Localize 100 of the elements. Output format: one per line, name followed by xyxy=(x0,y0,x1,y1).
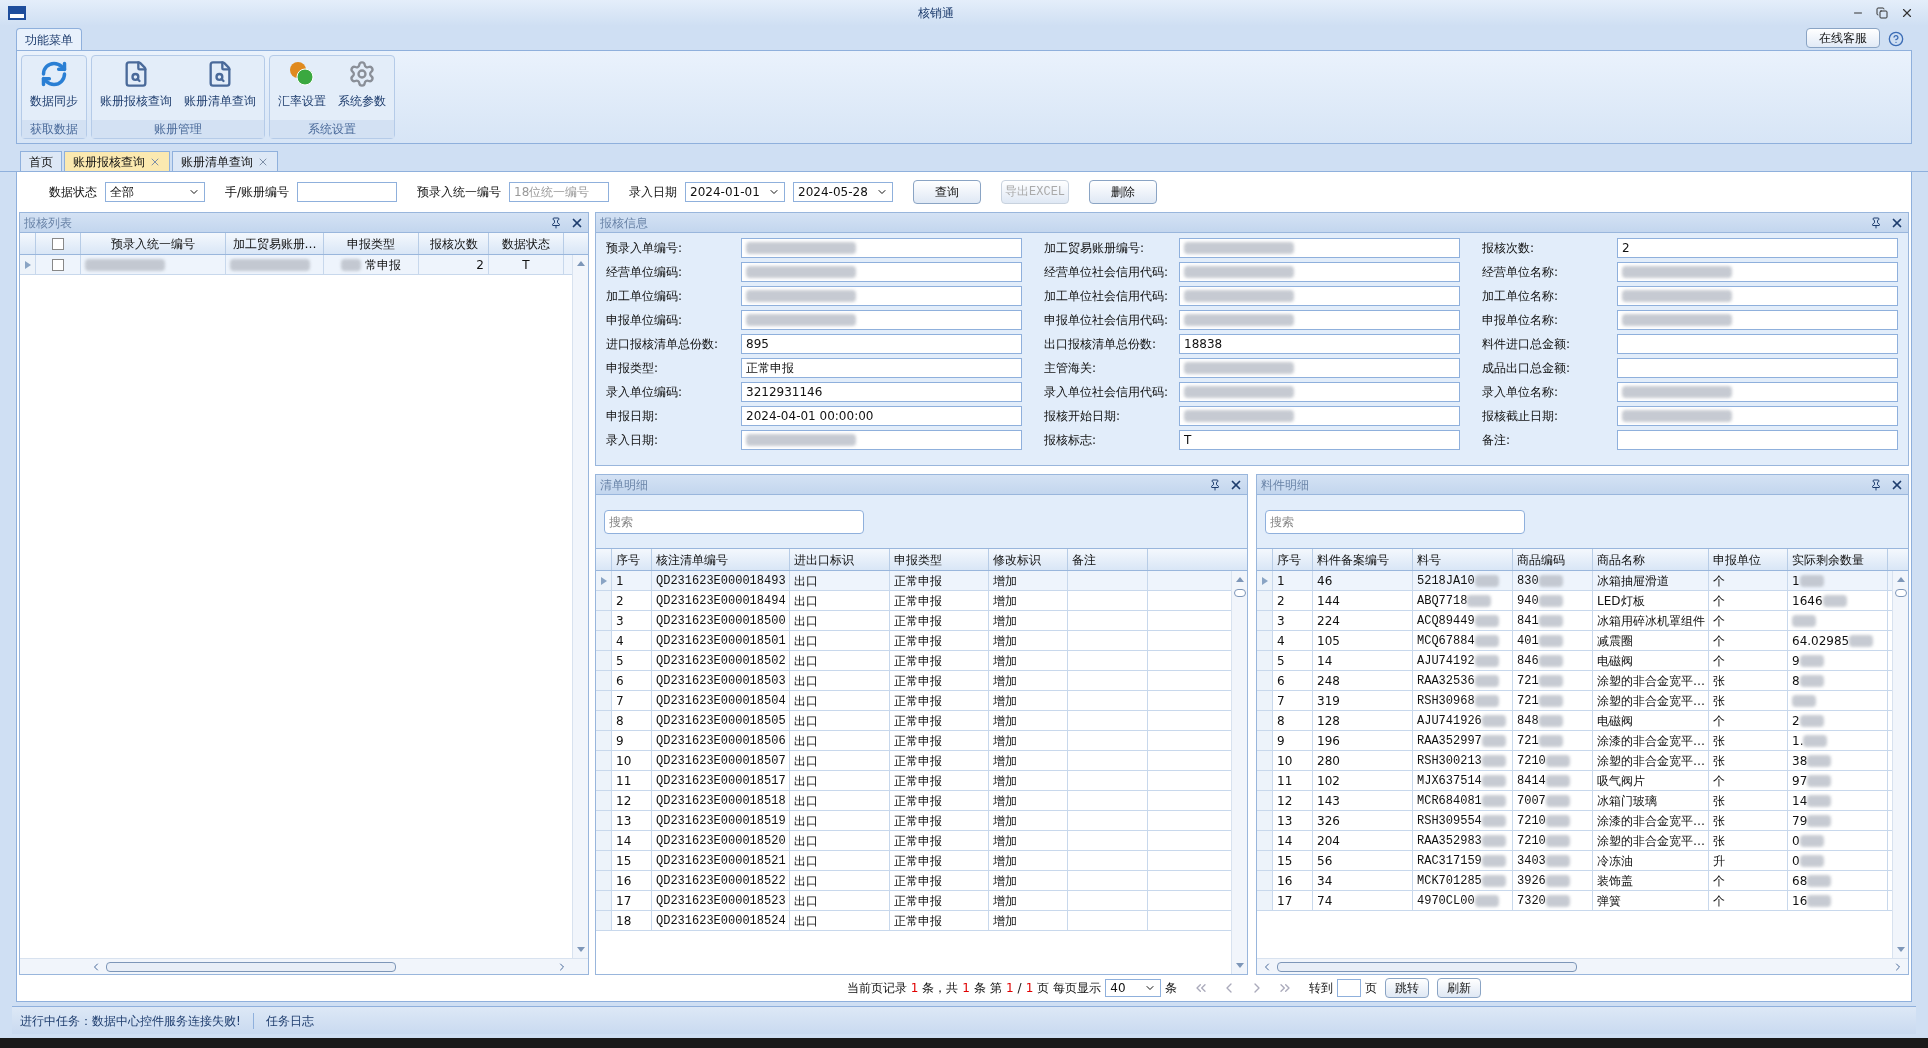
task-log-link[interactable]: 任务日志 xyxy=(265,1011,314,1030)
search-field[interactable]: 搜索 xyxy=(604,509,864,534)
table-row[interactable]: 2 QD231623E000018494 出口 正常申报 增加 xyxy=(596,591,1231,611)
scroll-thumb[interactable] xyxy=(1277,961,1577,972)
text-field[interactable]: T xyxy=(1179,430,1460,450)
table-row[interactable]: 5 QD231623E000018502 出口 正常申报 增加 xyxy=(596,651,1231,671)
text-field[interactable] xyxy=(1617,262,1898,282)
search-field[interactable]: 搜索 xyxy=(1265,509,1525,534)
column-header[interactable]: 报核次数 xyxy=(419,233,489,254)
vertical-scrollbar[interactable] xyxy=(1892,571,1908,958)
table-row[interactable]: 7 QD231623E000018504 出口 正常申报 增加 xyxy=(596,691,1231,711)
table-row[interactable]: 10 QD231623E000018507 出口 正常申报 增加 xyxy=(596,751,1231,771)
table-row[interactable]: 15 56 RAC317159 3403 冷冻油 升 0 xyxy=(1257,851,1892,871)
column-header[interactable]: 申报类型 xyxy=(324,233,419,254)
table-row[interactable]: 1 46 5218JA10 830 冰箱抽屉滑道 个 1 xyxy=(1257,571,1892,591)
column-header[interactable]: 实际剩余数量 xyxy=(1788,549,1888,570)
table-row[interactable]: 4 105 MCQ67884 401 减震圈 个 64.02985 xyxy=(1257,631,1892,651)
action-button[interactable]: 查询 xyxy=(913,180,982,204)
text-field[interactable]: 18位统一编号 xyxy=(509,182,610,202)
text-field[interactable]: 正常申报 xyxy=(741,358,1022,378)
scroll-up-icon[interactable] xyxy=(1895,575,1906,585)
column-header[interactable]: 加工贸易账册… xyxy=(226,233,324,254)
vertical-scrollbar[interactable] xyxy=(1231,571,1247,974)
horizontal-scrollbar[interactable] xyxy=(20,958,588,974)
page-number-field[interactable] xyxy=(1337,979,1362,997)
ribbon-button[interactable]: 系统参数 xyxy=(334,60,390,120)
checkbox[interactable] xyxy=(52,237,64,250)
scroll-thumb[interactable] xyxy=(1894,589,1907,597)
jump-button[interactable]: 跳转 xyxy=(1385,978,1430,998)
column-header[interactable]: 预录入统一编号 xyxy=(81,233,226,254)
table-row[interactable]: 2 144 ABQ7718 940 LED灯板 个 1646 xyxy=(1257,591,1892,611)
column-header[interactable]: 料件备案编号 xyxy=(1313,549,1413,570)
table-row[interactable]: 4 QD231623E000018501 出口 正常申报 增加 xyxy=(596,631,1231,651)
scroll-down-icon[interactable] xyxy=(1895,944,1906,954)
column-header[interactable]: 申报类型 xyxy=(890,549,989,570)
table-row[interactable]: 16 QD231623E000018522 出口 正常申报 增加 xyxy=(596,871,1231,891)
restore-icon[interactable] xyxy=(1876,7,1888,19)
table-row[interactable]: 3 224 ACQ89449 841 冰箱用碎冰机罩组件 个 xyxy=(1257,611,1892,631)
text-field[interactable] xyxy=(1617,310,1898,330)
scroll-thumb[interactable] xyxy=(106,961,396,972)
dropdown-field[interactable]: 2024-01-01 xyxy=(685,182,786,202)
table-row[interactable]: 5 14 AJU74192 846 电磁阀 个 9 xyxy=(1257,651,1892,671)
table-row[interactable]: 9 196 RAA352997 721 涂漆的非合金宽平… 张 1. xyxy=(1257,731,1892,751)
text-field[interactable]: 2024-04-01 00:00:00 xyxy=(741,406,1022,426)
document-tab[interactable]: 首页 xyxy=(20,151,62,171)
text-field[interactable] xyxy=(741,238,1022,258)
dropdown-field[interactable]: 2024-05-28 xyxy=(793,182,894,202)
text-field[interactable] xyxy=(741,430,1022,450)
close-icon[interactable] xyxy=(1900,6,1914,20)
checkbox[interactable] xyxy=(52,258,64,271)
dropdown-field[interactable]: 全部 xyxy=(105,182,205,202)
text-field[interactable] xyxy=(1617,406,1898,426)
text-field[interactable]: 2 xyxy=(1617,238,1898,258)
ribbon-button[interactable]: 账册报核查询 xyxy=(96,60,176,120)
text-field[interactable] xyxy=(297,182,398,202)
scroll-up-icon[interactable] xyxy=(1234,575,1245,585)
table-row[interactable]: 11 QD231623E000018517 出口 正常申报 增加 xyxy=(596,771,1231,791)
text-field[interactable] xyxy=(1179,382,1460,402)
scroll-down-icon[interactable] xyxy=(1234,960,1245,970)
column-header[interactable]: 数据状态 xyxy=(489,233,564,254)
column-header[interactable]: 备注 xyxy=(1068,549,1148,570)
table-row[interactable]: 18 QD231623E000018524 出口 正常申报 增加 xyxy=(596,911,1231,931)
table-row[interactable]: 6 QD231623E000018503 出口 正常申报 增加 xyxy=(596,671,1231,691)
online-service-button[interactable]: 在线客服 xyxy=(1806,28,1880,48)
table-row[interactable]: 10 280 RSH300213 7210 涂塑的非合金宽平… 张 38 xyxy=(1257,751,1892,771)
column-header[interactable]: 进出口标识 xyxy=(790,549,890,570)
text-field[interactable] xyxy=(1179,310,1460,330)
column-header[interactable]: 商品名称 xyxy=(1593,549,1709,570)
text-field[interactable] xyxy=(1179,262,1460,282)
vertical-scrollbar[interactable] xyxy=(572,255,588,958)
column-header[interactable]: 序号 xyxy=(1273,549,1313,570)
scroll-down-icon[interactable] xyxy=(575,944,586,954)
table-row[interactable]: 16 34 MCK701285 3926 装饰盖 个 68 xyxy=(1257,871,1892,891)
table-row[interactable]: 6 248 RAA32536 721 涂塑的非合金宽平… 张 8 xyxy=(1257,671,1892,691)
ribbon-button[interactable]: 账册清单查询 xyxy=(180,60,260,120)
table-row[interactable]: 8 QD231623E000018505 出口 正常申报 增加 xyxy=(596,711,1231,731)
text-field[interactable] xyxy=(741,262,1022,282)
table-row[interactable]: 15 QD231623E000018521 出口 正常申报 增加 xyxy=(596,851,1231,871)
table-row[interactable]: 14 QD231623E000018520 出口 正常申报 增加 xyxy=(596,831,1231,851)
table-row[interactable]: 常申报 2 T xyxy=(20,255,572,275)
table-row[interactable]: 1 QD231623E000018493 出口 正常申报 增加 xyxy=(596,571,1231,591)
column-header[interactable]: 核注清单编号 xyxy=(652,549,790,570)
text-field[interactable]: 18838 xyxy=(1179,334,1460,354)
text-field[interactable] xyxy=(1179,358,1460,378)
table-row[interactable]: 17 74 4970CL00 7320 弹簧 个 16 xyxy=(1257,891,1892,911)
table-row[interactable]: 3 QD231623E000018500 出口 正常申报 增加 xyxy=(596,611,1231,631)
horizontal-scrollbar[interactable] xyxy=(1257,958,1908,974)
text-field[interactable] xyxy=(1617,334,1898,354)
scroll-up-icon[interactable] xyxy=(575,259,586,269)
pin-icon[interactable] xyxy=(1209,478,1221,491)
text-field[interactable] xyxy=(741,286,1022,306)
pin-icon[interactable] xyxy=(1870,216,1882,229)
text-field[interactable] xyxy=(1179,406,1460,426)
page-size-dropdown[interactable]: 40 xyxy=(1105,979,1162,997)
refresh-button[interactable]: 刷新 xyxy=(1437,978,1482,998)
column-header[interactable]: 料号 xyxy=(1413,549,1513,570)
text-field[interactable] xyxy=(1617,430,1898,450)
table-row[interactable]: 8 128 AJU741926 848 电磁阀 个 2 xyxy=(1257,711,1892,731)
table-row[interactable]: 12 QD231623E000018518 出口 正常申报 增加 xyxy=(596,791,1231,811)
help-icon[interactable] xyxy=(1888,31,1904,47)
